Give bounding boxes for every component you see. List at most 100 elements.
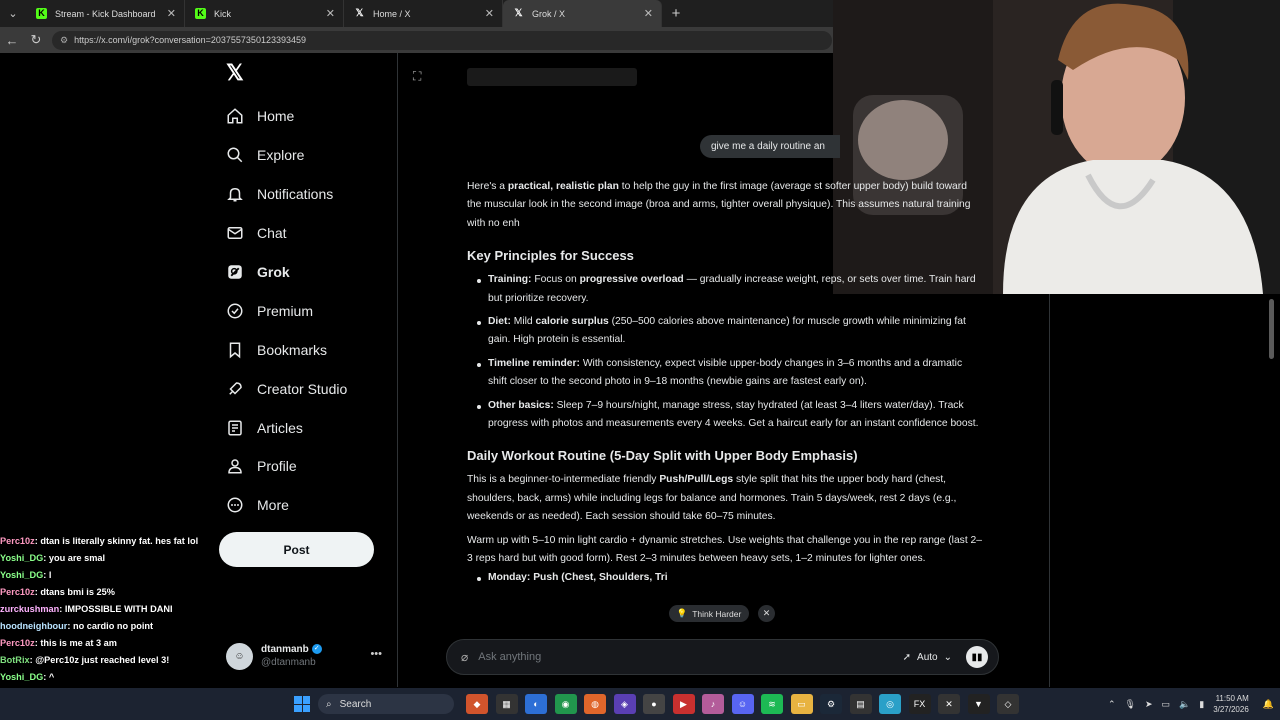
taskbar-app-icon[interactable]: ▶ xyxy=(672,694,695,714)
back-arrow-icon[interactable]: ← xyxy=(0,33,24,48)
taskbar-app-icon[interactable]: ♪ xyxy=(702,694,724,714)
list-item: Diet: Mild calorie surplus (250–500 calo… xyxy=(477,313,982,350)
close-icon[interactable]: ✕ xyxy=(326,7,335,20)
tab-search-menu-icon[interactable]: ⌄ xyxy=(0,0,26,27)
sidebar-item-label: Bookmarks xyxy=(257,341,328,358)
column-divider xyxy=(397,53,398,687)
sidebar-item-explore[interactable]: Explore xyxy=(224,136,394,175)
verified-icon xyxy=(224,300,246,322)
x-icon: 𝕏 xyxy=(355,8,364,19)
scrollbar[interactable] xyxy=(1268,295,1276,685)
chrome-icon[interactable]: ◉ xyxy=(554,694,577,714)
expand-icon[interactable]: ⛶ xyxy=(413,69,421,84)
response-intro: Here's a practical, realistic plan to he… xyxy=(467,181,971,229)
account-switcher[interactable]: ☺ dtanmanb ✓ @dtanmanb ••• xyxy=(226,640,386,672)
reload-icon[interactable]: ↻ xyxy=(24,32,48,48)
sidebar-item-label: More xyxy=(257,497,289,514)
folder-icon[interactable]: ▭ xyxy=(790,694,813,714)
bookmark-icon xyxy=(224,339,246,361)
clock[interactable]: 11:50 AM 3/27/2026 xyxy=(1213,693,1249,715)
taskbar-app-icon[interactable]: ▼ xyxy=(967,694,990,714)
mode-selector[interactable]: ➚ Auto ⌄ xyxy=(903,652,952,663)
sidebar-item-profile[interactable]: Profile xyxy=(224,447,394,486)
sidebar-item-notifications[interactable]: Notifications xyxy=(224,175,394,214)
sidebar-item-label: Grok xyxy=(257,264,290,280)
system-tray: ⌃ 🎙 ➤ ▭ 🔈 ▮ 11:50 AM 3/27/2026 🔔 xyxy=(1108,693,1274,715)
sidebar-item-premium[interactable]: Premium xyxy=(224,291,394,330)
url-text: https://x.com/i/grok?conversation=203755… xyxy=(74,35,306,45)
chevron-up-icon[interactable]: ⌃ xyxy=(1108,699,1116,710)
new-tab-button[interactable]: + xyxy=(662,5,690,22)
windows-start-icon[interactable] xyxy=(294,696,310,712)
profile-handle: @dtanmanb xyxy=(261,657,316,668)
chat-message: Perc10z: dtans bmi is 25% xyxy=(0,587,115,597)
taskbar-app-icon[interactable]: ▦ xyxy=(495,694,518,714)
sidebar-item-grok[interactable]: Grok xyxy=(224,253,394,292)
kick-icon: K xyxy=(195,8,206,19)
chat-message: Yoshi_DG: ^ xyxy=(0,672,55,682)
rocket-icon xyxy=(224,378,246,400)
think-harder-button[interactable]: 💡 Think Harder xyxy=(669,605,749,622)
list-item: Monday: Push (Chest, Shoulders, Tri xyxy=(477,569,982,587)
sidebar-item-articles[interactable]: Articles xyxy=(224,408,394,447)
bell-icon xyxy=(224,183,246,205)
list-item: Timeline reminder: With consistency, exp… xyxy=(477,355,982,392)
paperclip-icon[interactable]: ⌀ xyxy=(461,650,468,664)
stream-chat-overlay: Perc10z: dtan is literally skinny fat. h… xyxy=(0,533,218,686)
battery-icon[interactable]: ▮ xyxy=(1199,699,1204,710)
sidebar-item-more[interactable]: More xyxy=(224,486,394,525)
close-icon[interactable]: ✕ xyxy=(758,605,775,622)
network-icon[interactable]: ▭ xyxy=(1162,699,1171,710)
taskbar-app-icon[interactable]: ✕ xyxy=(938,694,960,714)
close-icon[interactable]: ✕ xyxy=(644,7,653,20)
profile-display-name: dtanmanb xyxy=(261,644,309,655)
microphone-icon[interactable]: 🎙 xyxy=(1125,699,1136,710)
x-logo-icon[interactable]: 𝕏 xyxy=(226,60,244,86)
taskbar-app-icon[interactable]: ◎ xyxy=(879,694,901,714)
volume-icon[interactable]: 🔈 xyxy=(1179,699,1190,710)
url-field[interactable]: ⚙ https://x.com/i/grok?conversation=2037… xyxy=(52,30,832,50)
taskbar-app-icon[interactable]: ◇ xyxy=(997,694,1019,714)
close-icon[interactable]: ✕ xyxy=(485,7,494,20)
taskbar-search[interactable]: ⌕ Search xyxy=(318,694,454,714)
taskbar-app-icon[interactable]: ◆ xyxy=(466,694,488,714)
taskbar-app-icon[interactable]: ● xyxy=(643,694,665,714)
tab-grok-x[interactable]: 𝕏 Grok / X ✕ xyxy=(503,0,662,27)
sidebar-item-label: Chat xyxy=(257,225,287,242)
close-icon[interactable]: ✕ xyxy=(167,7,176,20)
taskbar-app-icon[interactable]: ◈ xyxy=(613,694,636,714)
chat-message: Perc10z: this is me at 3 am xyxy=(0,638,117,648)
ask-input[interactable]: Ask anything xyxy=(478,651,902,663)
notification-bell-icon[interactable]: 🔔 xyxy=(1263,699,1274,710)
post-button[interactable]: Post xyxy=(219,532,374,567)
sidebar-item-bookmarks[interactable]: Bookmarks xyxy=(224,330,394,369)
taskbar-app-icon[interactable]: FX xyxy=(908,694,931,714)
voice-mode-icon[interactable]: ▮▮ xyxy=(966,646,988,668)
tab-home-x[interactable]: 𝕏 Home / X ✕ xyxy=(344,0,503,27)
tab-kick[interactable]: K Kick ✕ xyxy=(185,0,344,27)
taskbar-app-icon[interactable]: ◐ xyxy=(525,694,547,714)
sidebar-item-label: Notifications xyxy=(257,186,334,203)
profile-name-block: dtanmanb ✓ @dtanmanb xyxy=(261,643,322,669)
spotify-icon[interactable]: ≋ xyxy=(761,694,783,714)
discord-icon[interactable]: ☺ xyxy=(731,694,754,714)
more-dots-icon[interactable]: ••• xyxy=(370,648,382,660)
sidebar-item-chat[interactable]: Chat xyxy=(224,214,394,253)
sidebar-item-home[interactable]: Home xyxy=(224,97,394,136)
tab-stream-kick-dashboard[interactable]: K Stream - Kick Dashboard ✕ xyxy=(26,0,185,27)
taskbar-app-icon[interactable]: ▤ xyxy=(849,694,872,714)
chat-message: Perc10z: dtan is literally skinny fat. h… xyxy=(0,536,199,546)
site-info-icon[interactable]: ⚙ xyxy=(60,35,68,46)
firefox-icon[interactable]: ◍ xyxy=(584,694,606,714)
chat-message: Yoshi_DG: you are smal xyxy=(0,553,106,563)
tab-label: Grok / X xyxy=(532,8,566,19)
steam-icon[interactable]: ⚙ xyxy=(820,694,842,714)
chat-message: Yoshi_DG: l xyxy=(0,570,52,580)
verified-badge-icon: ✓ xyxy=(311,644,322,655)
sidebar-item-creator-studio[interactable]: Creator Studio xyxy=(224,369,394,408)
mail-icon xyxy=(224,222,246,244)
location-icon[interactable]: ➤ xyxy=(1145,699,1153,710)
scrollbar-thumb[interactable] xyxy=(1269,299,1274,359)
search-icon xyxy=(224,144,246,166)
x-icon: 𝕏 xyxy=(514,8,523,19)
